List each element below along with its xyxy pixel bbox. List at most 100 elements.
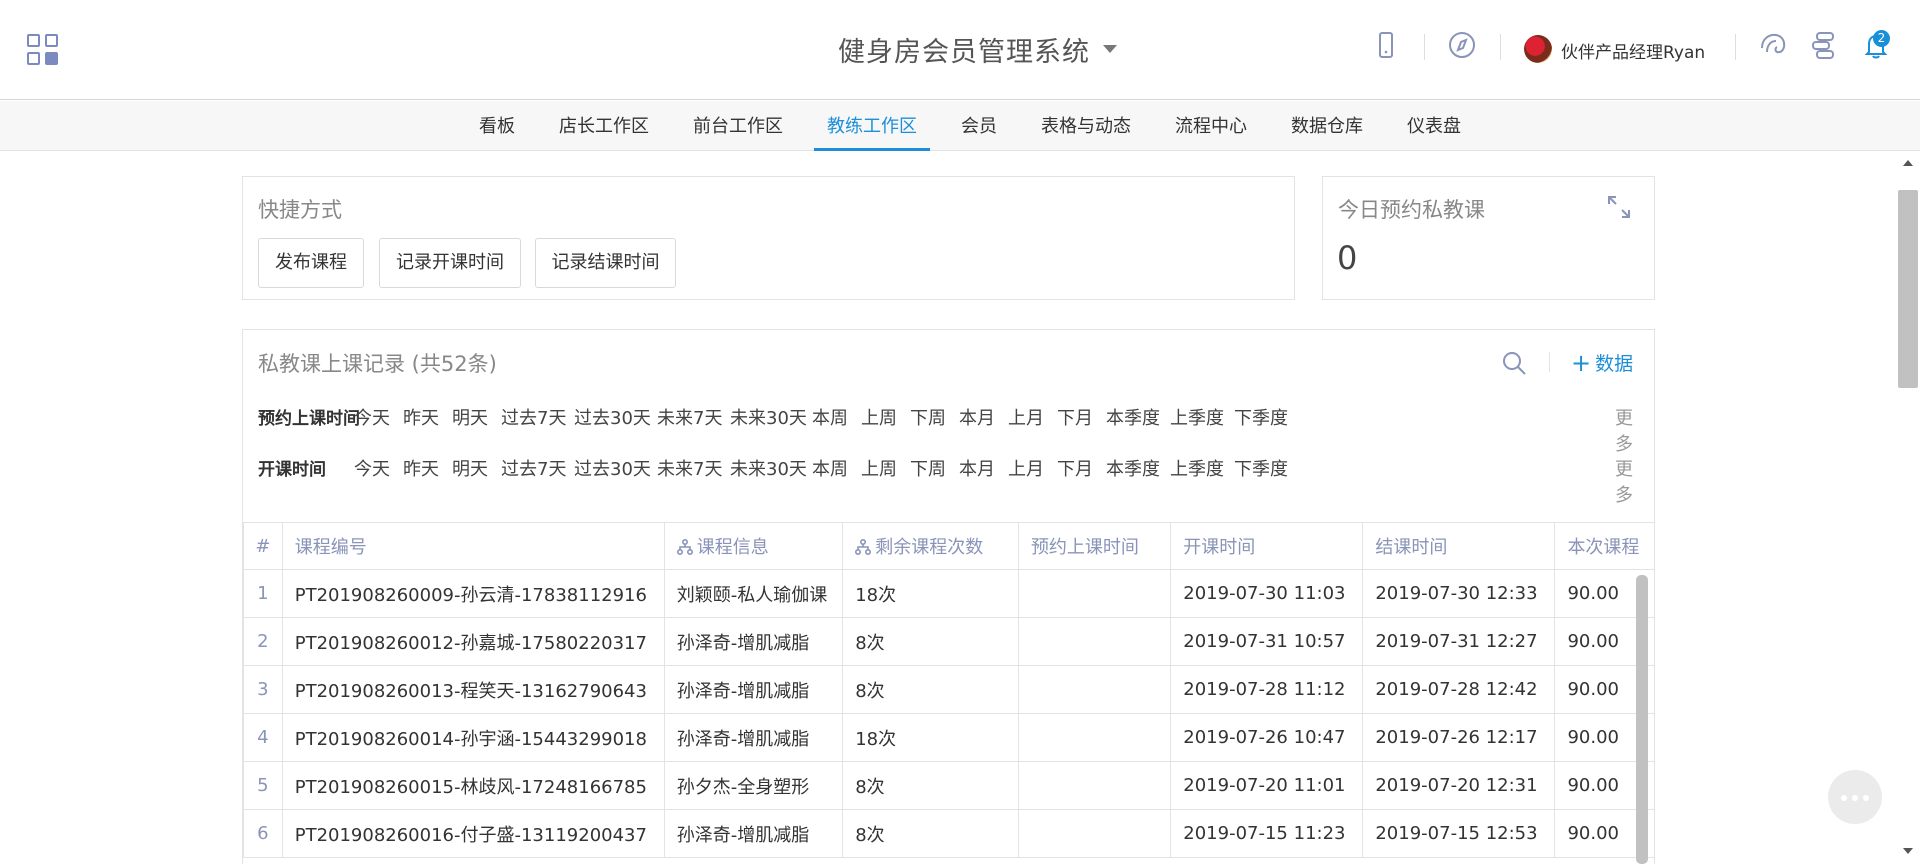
table-cell[interactable]: 孙泽奇-增肌减脂	[663, 665, 844, 714]
table-cell[interactable]: PT201908260014-孙宇涵-15443299018	[281, 713, 665, 762]
filter-option[interactable]: 明天	[452, 404, 488, 430]
nav-tab[interactable]: 教练工作区	[805, 101, 939, 151]
table-cell[interactable]: 4	[243, 713, 283, 762]
table-cell[interactable]: 1	[243, 569, 283, 618]
page-scrollbar[interactable]	[1896, 152, 1920, 864]
table-cell[interactable]: 3	[243, 665, 283, 714]
brain-icon[interactable]	[1758, 30, 1788, 60]
filter-option[interactable]: 未来7天	[657, 404, 722, 430]
nav-tab[interactable]: 流程中心	[1153, 101, 1269, 151]
filter-more-link[interactable]: 更多	[1615, 404, 1638, 456]
chevron-down-icon[interactable]	[1103, 45, 1117, 53]
table-cell[interactable]: 2019-07-31 12:27	[1362, 617, 1556, 666]
filter-option[interactable]: 下周	[910, 404, 946, 430]
avatar[interactable]	[1524, 35, 1552, 63]
table-cell[interactable]	[1017, 809, 1172, 858]
table-cell[interactable]: 孙夕杰-全身塑形	[663, 761, 844, 810]
filter-option[interactable]: 上季度	[1170, 455, 1224, 481]
filter-option[interactable]: 下周	[910, 455, 946, 481]
table-cell[interactable]: 2019-07-20 11:01	[1170, 761, 1364, 810]
filter-option[interactable]: 过去30天	[574, 404, 651, 430]
system-title[interactable]: 健身房会员管理系统	[838, 30, 1090, 69]
column-header[interactable]: 剩余课程次数	[842, 522, 1019, 570]
table-cell[interactable]: PT201908260015-林歧风-17248166785	[281, 761, 665, 810]
filter-option[interactable]: 下月	[1057, 404, 1093, 430]
column-header[interactable]: 课程信息	[663, 522, 844, 570]
filter-option[interactable]: 明天	[452, 455, 488, 481]
filter-option[interactable]: 今天	[354, 455, 390, 481]
record-end-time-button[interactable]: 记录结课时间	[535, 238, 676, 288]
more-options-floating-button[interactable]	[1828, 770, 1882, 824]
filter-option[interactable]: 过去7天	[501, 455, 566, 481]
column-header[interactable]: 开课时间	[1170, 522, 1364, 570]
table-cell[interactable]: 2019-07-15 12:53	[1362, 809, 1556, 858]
table-cell[interactable]: 2019-07-30 11:03	[1170, 569, 1364, 618]
table-cell[interactable]: PT201908260016-付子盛-13119200437	[281, 809, 665, 858]
filter-option[interactable]: 上季度	[1170, 404, 1224, 430]
nav-tab[interactable]: 看板	[457, 101, 537, 151]
table-cell[interactable]	[1017, 761, 1172, 810]
table-cell[interactable]: 2019-07-20 12:31	[1362, 761, 1556, 810]
column-header[interactable]: #	[243, 522, 283, 570]
filter-option[interactable]: 未来30天	[730, 455, 807, 481]
table-row[interactable]: 5 PT201908260015-林歧风-17248166785 孙夕杰-全身塑形 8…	[243, 761, 1655, 810]
table-cell[interactable]: 8次	[842, 809, 1019, 858]
table-cell[interactable]	[1017, 665, 1172, 714]
expand-icon[interactable]	[1605, 193, 1633, 221]
column-header[interactable]: 结课时间	[1362, 522, 1556, 570]
nav-tab[interactable]: 前台工作区	[671, 101, 805, 151]
filter-option[interactable]: 未来30天	[730, 404, 807, 430]
scrollbar-thumb[interactable]	[1898, 190, 1918, 388]
search-icon[interactable]	[1501, 350, 1527, 376]
compass-icon[interactable]	[1447, 30, 1477, 60]
record-start-time-button[interactable]: 记录开课时间	[379, 238, 521, 288]
apps-grid-icon[interactable]	[27, 34, 60, 67]
table-cell[interactable]: 2019-07-26 12:17	[1362, 713, 1556, 762]
mobile-icon[interactable]	[1371, 30, 1401, 60]
table-cell[interactable]	[1017, 617, 1172, 666]
table-cell[interactable]: 2019-07-26 10:47	[1170, 713, 1364, 762]
table-row[interactable]: 6 PT201908260016-付子盛-13119200437 孙泽奇-增肌减脂 8…	[243, 809, 1655, 858]
table-cell[interactable]: 2019-07-30 12:33	[1362, 569, 1556, 618]
table-cell[interactable]: 孙泽奇-增肌减脂	[663, 617, 844, 666]
user-name[interactable]: 伙伴产品经理Ryan	[1561, 38, 1705, 63]
table-cell[interactable]: 8次	[842, 761, 1019, 810]
workflow-icon[interactable]	[1809, 30, 1839, 60]
filter-option[interactable]: 下季度	[1234, 455, 1288, 481]
table-cell[interactable]: PT201908260009-孙云清-17838112916	[281, 569, 665, 618]
filter-option[interactable]: 下季度	[1234, 404, 1288, 430]
table-cell[interactable]: PT201908260012-孙嘉城-17580220317	[281, 617, 665, 666]
table-row[interactable]: 3 PT201908260013-程笑天-13162790643 孙泽奇-增肌减脂 8…	[243, 665, 1655, 714]
table-cell[interactable]	[1017, 569, 1172, 618]
table-cell[interactable]: PT201908260013-程笑天-13162790643	[281, 665, 665, 714]
add-data-button[interactable]: + 数据	[1571, 348, 1633, 377]
filter-option[interactable]: 今天	[354, 404, 390, 430]
filter-option[interactable]: 本周	[812, 455, 848, 481]
table-scrollbar-thumb[interactable]	[1636, 575, 1648, 864]
nav-tab[interactable]: 数据仓库	[1269, 101, 1385, 151]
scroll-up-arrow-icon[interactable]	[1903, 160, 1913, 166]
filter-option[interactable]: 本月	[959, 455, 995, 481]
column-header[interactable]: 预约上课时间	[1017, 522, 1172, 570]
column-header[interactable]: 课程编号	[281, 522, 665, 570]
filter-option[interactable]: 下月	[1057, 455, 1093, 481]
table-cell[interactable]	[1017, 713, 1172, 762]
table-cell[interactable]: 18次	[842, 569, 1019, 618]
filter-option[interactable]: 未来7天	[657, 455, 722, 481]
table-cell[interactable]: 孙泽奇-增肌减脂	[663, 809, 844, 858]
nav-tab[interactable]: 会员	[939, 101, 1019, 151]
table-cell[interactable]: 2019-07-28 11:12	[1170, 665, 1364, 714]
filter-option[interactable]: 过去7天	[501, 404, 566, 430]
filter-option[interactable]: 上周	[861, 455, 897, 481]
table-cell[interactable]: 2	[243, 617, 283, 666]
table-cell[interactable]: 刘颖颐-私人瑜伽课	[663, 569, 844, 618]
filter-option[interactable]: 上月	[1008, 455, 1044, 481]
filter-option[interactable]: 本季度	[1106, 455, 1160, 481]
table-cell[interactable]: 6	[243, 809, 283, 858]
filter-option[interactable]: 上月	[1008, 404, 1044, 430]
filter-option[interactable]: 过去30天	[574, 455, 651, 481]
table-cell[interactable]: 孙泽奇-增肌减脂	[663, 713, 844, 762]
table-cell[interactable]: 8次	[842, 617, 1019, 666]
table-row[interactable]: 2 PT201908260012-孙嘉城-17580220317 孙泽奇-增肌减脂 8…	[243, 617, 1655, 666]
nav-tab[interactable]: 仪表盘	[1385, 101, 1483, 151]
